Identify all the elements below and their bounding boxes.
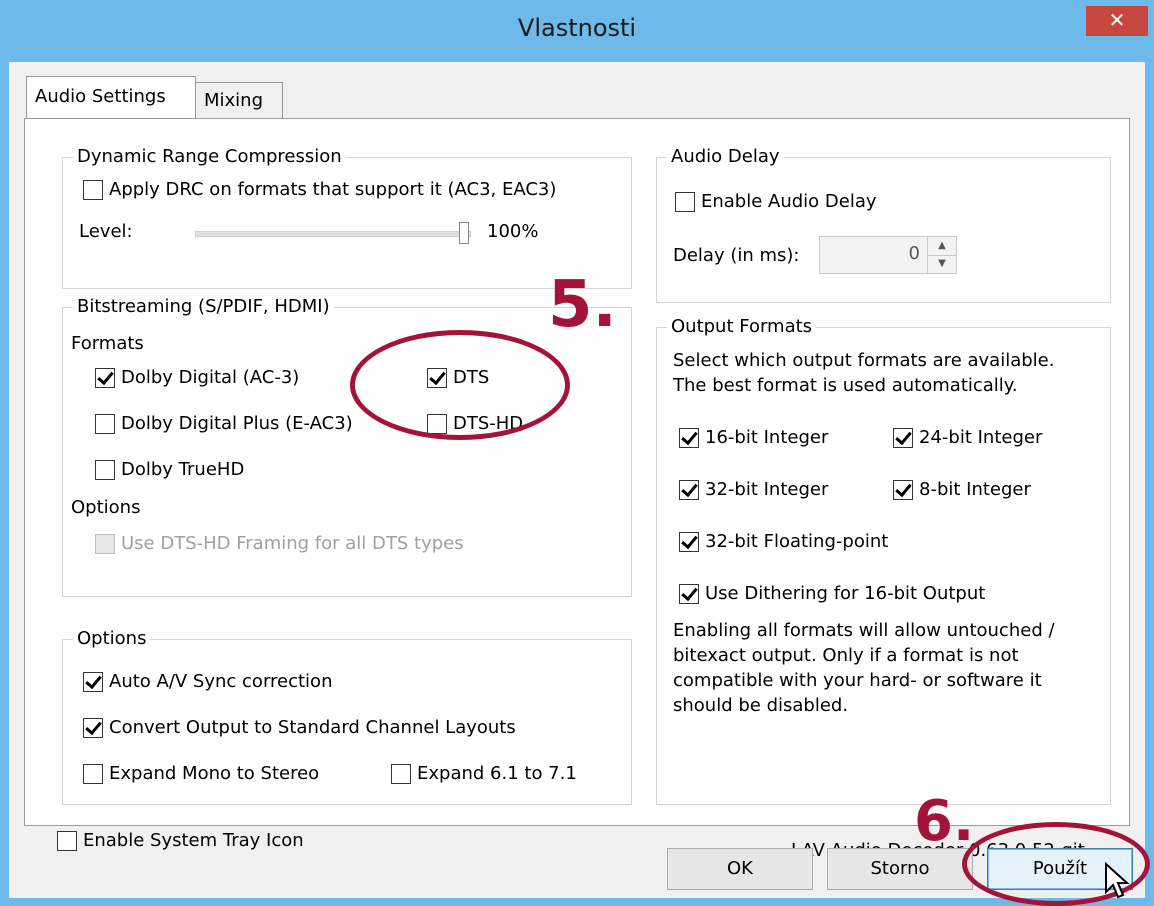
level-label: Level: xyxy=(79,221,133,242)
int16-box[interactable] xyxy=(679,428,699,448)
output-formats-group: Output Formats Select which output forma… xyxy=(656,315,1111,805)
properties-window: Vlastnosti ✕ Audio Settings Mixing Dynam… xyxy=(0,0,1154,906)
audio-settings-panel: Dynamic Range Compression Apply DRC on f… xyxy=(24,118,1130,861)
dolby-digital-plus-label: Dolby Digital Plus (E-AC3) xyxy=(121,413,353,434)
convert-output-box[interactable] xyxy=(83,718,103,738)
dts-hd-framing-label: Use DTS-HD Framing for all DTS types xyxy=(121,533,464,554)
system-tray-checkbox[interactable]: Enable System Tray Icon xyxy=(57,829,304,853)
options-group-title: Options xyxy=(73,627,151,651)
delay-value: 0 xyxy=(908,243,920,264)
dialog-client-area: Audio Settings Mixing Dynamic Range Comp… xyxy=(9,62,1145,898)
delay-label: Delay (in ms): xyxy=(673,245,800,266)
dithering-checkbox[interactable]: Use Dithering for 16-bit Output xyxy=(679,582,985,606)
dolby-digital-plus-box[interactable] xyxy=(95,414,115,434)
expand-61-box[interactable] xyxy=(391,764,411,784)
apply-drc-checkbox[interactable]: Apply DRC on formats that support it (AC… xyxy=(83,178,556,202)
step-6-annotation: 6. xyxy=(914,789,975,854)
window-title: Vlastnosti xyxy=(517,14,637,42)
dolby-truehd-box[interactable] xyxy=(95,460,115,480)
dolby-digital-label: Dolby Digital (AC-3) xyxy=(121,367,300,388)
output-formats-group-title: Output Formats xyxy=(667,315,817,339)
auto-av-sync-box[interactable] xyxy=(83,672,103,692)
close-button[interactable]: ✕ xyxy=(1086,6,1148,36)
expand-61-label: Expand 6.1 to 7.1 xyxy=(417,763,577,784)
spin-up-icon[interactable]: ▲ xyxy=(928,237,956,256)
convert-output-checkbox[interactable]: Convert Output to Standard Channel Layou… xyxy=(83,716,516,740)
dolby-truehd-label: Dolby TrueHD xyxy=(121,459,245,480)
int24-box[interactable] xyxy=(893,428,913,448)
tab-mixing[interactable]: Mixing xyxy=(195,82,283,118)
system-tray-box[interactable] xyxy=(57,831,77,851)
formats-label: Formats xyxy=(71,333,144,354)
int32-box[interactable] xyxy=(679,480,699,500)
spin-down-icon[interactable]: ▼ xyxy=(928,255,956,273)
bitstreaming-group-title: Bitstreaming (S/PDIF, HDMI) xyxy=(73,295,334,319)
enable-audio-delay-box[interactable] xyxy=(675,192,695,212)
expand-mono-box[interactable] xyxy=(83,764,103,784)
output-formats-description: Select which output formats are availabl… xyxy=(673,350,1055,396)
audio-delay-group: Audio Delay Enable Audio Delay Delay (in… xyxy=(656,145,1111,303)
delay-spin-buttons: ▲ ▼ xyxy=(927,237,956,273)
int16-checkbox[interactable]: 16-bit Integer xyxy=(679,426,828,450)
int24-checkbox[interactable]: 24-bit Integer xyxy=(893,426,1042,450)
enable-audio-delay-label: Enable Audio Delay xyxy=(701,191,877,212)
dolby-digital-plus-checkbox[interactable]: Dolby Digital Plus (E-AC3) xyxy=(95,412,353,436)
cancel-button[interactable]: Storno xyxy=(827,848,973,890)
audio-delay-group-title: Audio Delay xyxy=(667,145,784,169)
level-value: 100% xyxy=(487,221,539,242)
level-slider-thumb[interactable] xyxy=(459,222,469,244)
dts-hd-framing-checkbox[interactable]: Use DTS-HD Framing for all DTS types xyxy=(95,532,464,556)
level-slider-track[interactable] xyxy=(195,231,471,237)
drc-group-title: Dynamic Range Compression xyxy=(73,145,346,169)
enable-audio-delay-checkbox[interactable]: Enable Audio Delay xyxy=(675,190,877,214)
int16-label: 16-bit Integer xyxy=(705,427,829,448)
int32-checkbox[interactable]: 32-bit Integer xyxy=(679,478,828,502)
int32-label: 32-bit Integer xyxy=(705,479,829,500)
output-formats-note: Enabling all formats will allow untouche… xyxy=(673,620,1055,716)
delay-spinner[interactable]: 0 ▲ ▼ xyxy=(819,236,957,274)
int24-label: 24-bit Integer xyxy=(919,427,1043,448)
auto-av-sync-label: Auto A/V Sync correction xyxy=(109,671,333,692)
dithering-label: Use Dithering for 16-bit Output xyxy=(705,583,986,604)
ok-button[interactable]: OK xyxy=(667,848,813,890)
bitstreaming-options-label: Options xyxy=(71,497,141,518)
system-tray-label: Enable System Tray Icon xyxy=(83,830,304,851)
float32-label: 32-bit Floating-point xyxy=(705,531,889,552)
expand-mono-checkbox[interactable]: Expand Mono to Stereo xyxy=(83,762,319,786)
dolby-digital-box[interactable] xyxy=(95,368,115,388)
title-bar: Vlastnosti ✕ xyxy=(0,0,1154,62)
int8-label: 8-bit Integer xyxy=(919,479,1031,500)
dolby-digital-checkbox[interactable]: Dolby Digital (AC-3) xyxy=(95,366,299,390)
mouse-pointer-icon xyxy=(1105,862,1130,899)
dts-highlight-ring xyxy=(350,330,570,440)
apply-drc-label: Apply DRC on formats that support it (AC… xyxy=(109,179,557,200)
dithering-box[interactable] xyxy=(679,584,699,604)
tab-audio-settings[interactable]: Audio Settings xyxy=(26,76,196,118)
float32-checkbox[interactable]: 32-bit Floating-point xyxy=(679,530,888,554)
step-5-annotation: 5. xyxy=(548,268,617,342)
float32-box[interactable] xyxy=(679,532,699,552)
expand-mono-label: Expand Mono to Stereo xyxy=(109,763,320,784)
expand-61-checkbox[interactable]: Expand 6.1 to 7.1 xyxy=(391,762,577,786)
dts-hd-framing-box[interactable] xyxy=(95,534,115,554)
int8-checkbox[interactable]: 8-bit Integer xyxy=(893,478,1031,502)
auto-av-sync-checkbox[interactable]: Auto A/V Sync correction xyxy=(83,670,332,694)
drc-group: Dynamic Range Compression Apply DRC on f… xyxy=(62,145,632,289)
convert-output-label: Convert Output to Standard Channel Layou… xyxy=(109,717,516,738)
dolby-truehd-checkbox[interactable]: Dolby TrueHD xyxy=(95,458,244,482)
apply-drc-box[interactable] xyxy=(83,180,103,200)
options-group: Options Auto A/V Sync correction Convert… xyxy=(62,627,632,805)
int8-box[interactable] xyxy=(893,480,913,500)
